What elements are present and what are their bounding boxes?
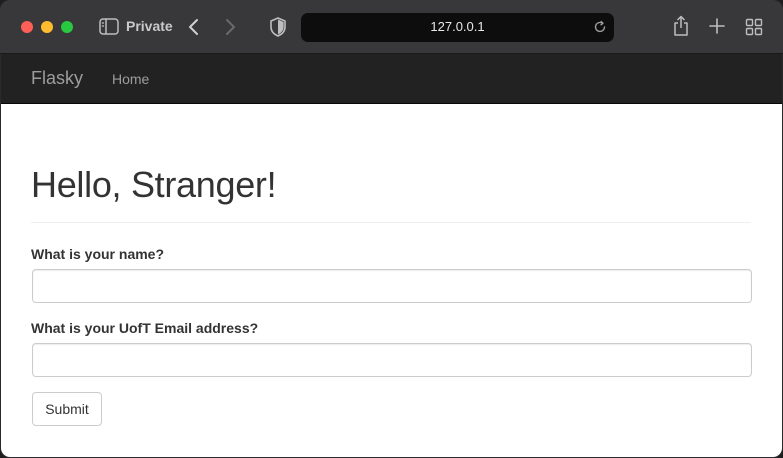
share-icon[interactable]	[672, 15, 690, 37]
header-divider	[31, 222, 751, 223]
sidebar-icon[interactable]	[99, 18, 119, 35]
tab-overview-icon[interactable]	[745, 18, 763, 36]
email-label: What is your UofT Email address?	[31, 320, 259, 336]
minimize-window-button[interactable]	[41, 21, 53, 33]
name-label: What is your name?	[31, 246, 165, 262]
plus-icon[interactable]	[708, 17, 726, 35]
url-text[interactable]: 127.0.0.1	[301, 19, 614, 34]
nav-link-home[interactable]: Home	[112, 71, 149, 87]
back-icon[interactable]	[186, 16, 202, 38]
browser-toolbar: Private 127.0.0.1	[0, 0, 783, 54]
navbar-brand[interactable]: Flasky	[31, 68, 83, 89]
zoom-window-button[interactable]	[61, 21, 73, 33]
shield-icon[interactable]	[269, 17, 287, 37]
private-mode-label: Private	[126, 18, 173, 34]
site-navbar: Flasky Home	[1, 54, 782, 104]
email-input[interactable]	[32, 343, 752, 377]
forward-icon[interactable]	[222, 16, 238, 38]
address-bar[interactable]: 127.0.0.1	[301, 13, 614, 42]
browser-window: Private 127.0.0.1 Flasky Home Hello, Str…	[0, 0, 783, 458]
name-input[interactable]	[32, 269, 752, 303]
close-window-button[interactable]	[21, 21, 33, 33]
page-title: Hello, Stranger!	[31, 164, 277, 205]
submit-button[interactable]: Submit	[32, 392, 102, 426]
reload-icon[interactable]	[593, 20, 607, 34]
web-page: Flasky Home Hello, Stranger! What is you…	[1, 54, 782, 457]
